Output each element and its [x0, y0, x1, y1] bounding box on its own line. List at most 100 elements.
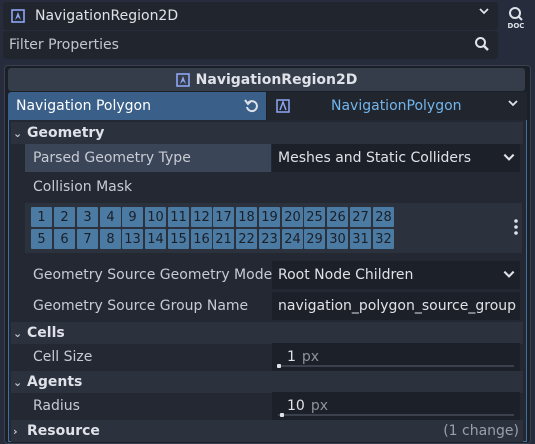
layer-cell[interactable]: 19 — [259, 207, 280, 227]
resource-header: NavigationRegion2D — [8, 68, 525, 91]
layer-cell[interactable]: 24 — [282, 229, 303, 249]
node-selector[interactable]: NavigationRegion2D — [3, 2, 498, 30]
layer-cell[interactable]: 26 — [327, 207, 348, 227]
revert-icon[interactable] — [244, 98, 260, 118]
section-cells-title: Cells — [27, 325, 65, 341]
radius-value: 10 — [287, 398, 305, 414]
layer-cell[interactable]: 6 — [54, 229, 75, 249]
section-cells[interactable]: ⌄ Cells — [11, 322, 523, 344]
layer-cell[interactable]: 10 — [145, 207, 166, 227]
layer-group-1: 1 2 3 4 5 6 7 8 — [31, 207, 121, 249]
layer-cell[interactable]: 8 — [100, 229, 121, 249]
navigation-polygon-label[interactable]: Navigation Polygon — [8, 92, 266, 120]
chevron-down-icon — [478, 5, 490, 21]
layer-cell[interactable]: 3 — [77, 207, 98, 227]
filter-properties-field[interactable] — [3, 31, 498, 59]
cell-size-label: Cell Size — [25, 343, 92, 371]
layer-cell[interactable]: 16 — [191, 229, 212, 249]
layer-cell[interactable]: 17 — [213, 207, 234, 227]
collision-mask-label-text: Collision Mask — [33, 179, 133, 195]
layer-cell[interactable]: 5 — [31, 229, 52, 249]
chevron-down-icon: ⌄ — [13, 326, 23, 340]
navigation-polygon-icon — [276, 99, 290, 113]
chevron-down-icon — [507, 97, 519, 113]
cell-size-slider-track — [278, 365, 514, 367]
parsed-geometry-type-dropdown[interactable]: Meshes and Static Colliders — [272, 144, 520, 172]
filter-bar — [0, 31, 535, 81]
layer-cell[interactable]: 18 — [236, 207, 257, 227]
cell-size-value: 1 — [287, 349, 296, 365]
chevron-right-icon: › — [13, 424, 18, 438]
group-name-label: Geometry Source Group Name — [25, 292, 248, 320]
cell-size-spinbox[interactable]: 1 px — [272, 343, 520, 371]
navigation-region-icon — [175, 72, 190, 87]
navigation-polygon-subinspector: ⌄ Geometry Parsed Geometry Type Meshes a… — [8, 120, 527, 442]
chevron-down-icon: ⌄ — [13, 375, 23, 389]
section-agents-title: Agents — [27, 374, 83, 390]
layer-cell[interactable]: 28 — [373, 207, 394, 227]
svg-text:DOC: DOC — [508, 22, 525, 30]
section-resource[interactable]: › Resource (1 change) — [11, 420, 523, 442]
layer-group-2: 9 10 11 12 13 14 15 16 — [122, 207, 212, 249]
navigation-polygon-value: NavigationPolygon — [331, 98, 462, 114]
group-name-value: navigation_polygon_source_group — [278, 298, 517, 314]
section-agents[interactable]: ⌄ Agents — [11, 371, 523, 393]
layer-cell[interactable]: 32 — [373, 229, 394, 249]
chevron-down-icon — [502, 150, 516, 168]
parsed-geometry-type-label-text: Parsed Geometry Type — [33, 150, 191, 166]
layer-cell[interactable]: 29 — [304, 229, 325, 249]
radius-slider-grabber[interactable] — [280, 413, 284, 417]
more-options-icon[interactable] — [512, 217, 520, 237]
inspector-panel: NavigationRegion2D Navigation Polygon Na… — [4, 65, 531, 444]
layer-cell[interactable]: 15 — [168, 229, 189, 249]
layer-cell[interactable]: 27 — [350, 207, 371, 227]
layer-cell[interactable]: 21 — [213, 229, 234, 249]
navigation-region-icon — [11, 9, 25, 23]
layer-group-4: 25 26 27 28 29 30 31 32 — [304, 207, 394, 249]
radius-slider-track — [278, 414, 514, 416]
layer-cell[interactable]: 7 — [77, 229, 98, 249]
radius-unit: px — [310, 398, 328, 414]
layer-cell[interactable]: 20 — [282, 207, 303, 227]
layer-cell[interactable]: 31 — [350, 229, 371, 249]
section-geometry[interactable]: ⌄ Geometry — [11, 122, 523, 144]
resource-change-count: (1 change) — [443, 423, 519, 439]
layer-cell[interactable]: 14 — [145, 229, 166, 249]
layer-cell[interactable]: 11 — [168, 207, 189, 227]
layer-cell[interactable]: 13 — [122, 229, 143, 249]
layer-cell[interactable]: 4 — [100, 207, 121, 227]
collision-mask-grid: 1 2 3 4 5 6 7 8 9 10 11 12 13 14 15 16 1… — [25, 203, 522, 253]
doc-icon[interactable]: DOC — [503, 4, 529, 30]
radius-label-text: Radius — [33, 398, 80, 414]
geometry-mode-value: Root Node Children — [278, 267, 414, 283]
layer-cell[interactable]: 1 — [31, 207, 52, 227]
collision-mask-label: Collision Mask — [25, 173, 132, 201]
geometry-mode-dropdown[interactable]: Root Node Children — [272, 261, 520, 289]
layer-cell[interactable]: 12 — [191, 207, 212, 227]
layer-cell[interactable]: 25 — [304, 207, 325, 227]
geometry-mode-label-text: Geometry Source Geometry Mode — [33, 267, 273, 283]
group-name-field[interactable]: navigation_polygon_source_group — [272, 292, 520, 320]
section-resource-title: Resource — [27, 423, 100, 439]
layer-cell[interactable]: 30 — [327, 229, 348, 249]
layer-group-3: 17 18 19 20 21 22 23 24 — [213, 207, 303, 249]
chevron-down-icon — [502, 267, 516, 285]
navigation-polygon-resource-picker[interactable]: NavigationPolygon — [267, 92, 527, 120]
layer-cell[interactable]: 23 — [259, 229, 280, 249]
layer-cell[interactable]: 2 — [54, 207, 75, 227]
section-geometry-title: Geometry — [27, 125, 105, 141]
filter-properties-input[interactable] — [9, 37, 459, 53]
layer-cell[interactable]: 9 — [122, 207, 143, 227]
radius-label: Radius — [25, 392, 80, 420]
node-bar: NavigationRegion2D DOC — [0, 2, 535, 30]
search-icon — [474, 36, 490, 56]
parsed-geometry-type-value: Meshes and Static Colliders — [278, 150, 472, 166]
cell-size-slider-grabber[interactable] — [277, 364, 281, 368]
radius-spinbox[interactable]: 10 px — [272, 392, 520, 420]
group-name-label-text: Geometry Source Group Name — [33, 298, 249, 314]
parsed-geometry-type-label: Parsed Geometry Type — [25, 144, 271, 172]
node-name: NavigationRegion2D — [35, 8, 179, 24]
layer-cell[interactable]: 22 — [236, 229, 257, 249]
cell-size-label-text: Cell Size — [33, 349, 93, 365]
cell-size-unit: px — [301, 349, 320, 365]
